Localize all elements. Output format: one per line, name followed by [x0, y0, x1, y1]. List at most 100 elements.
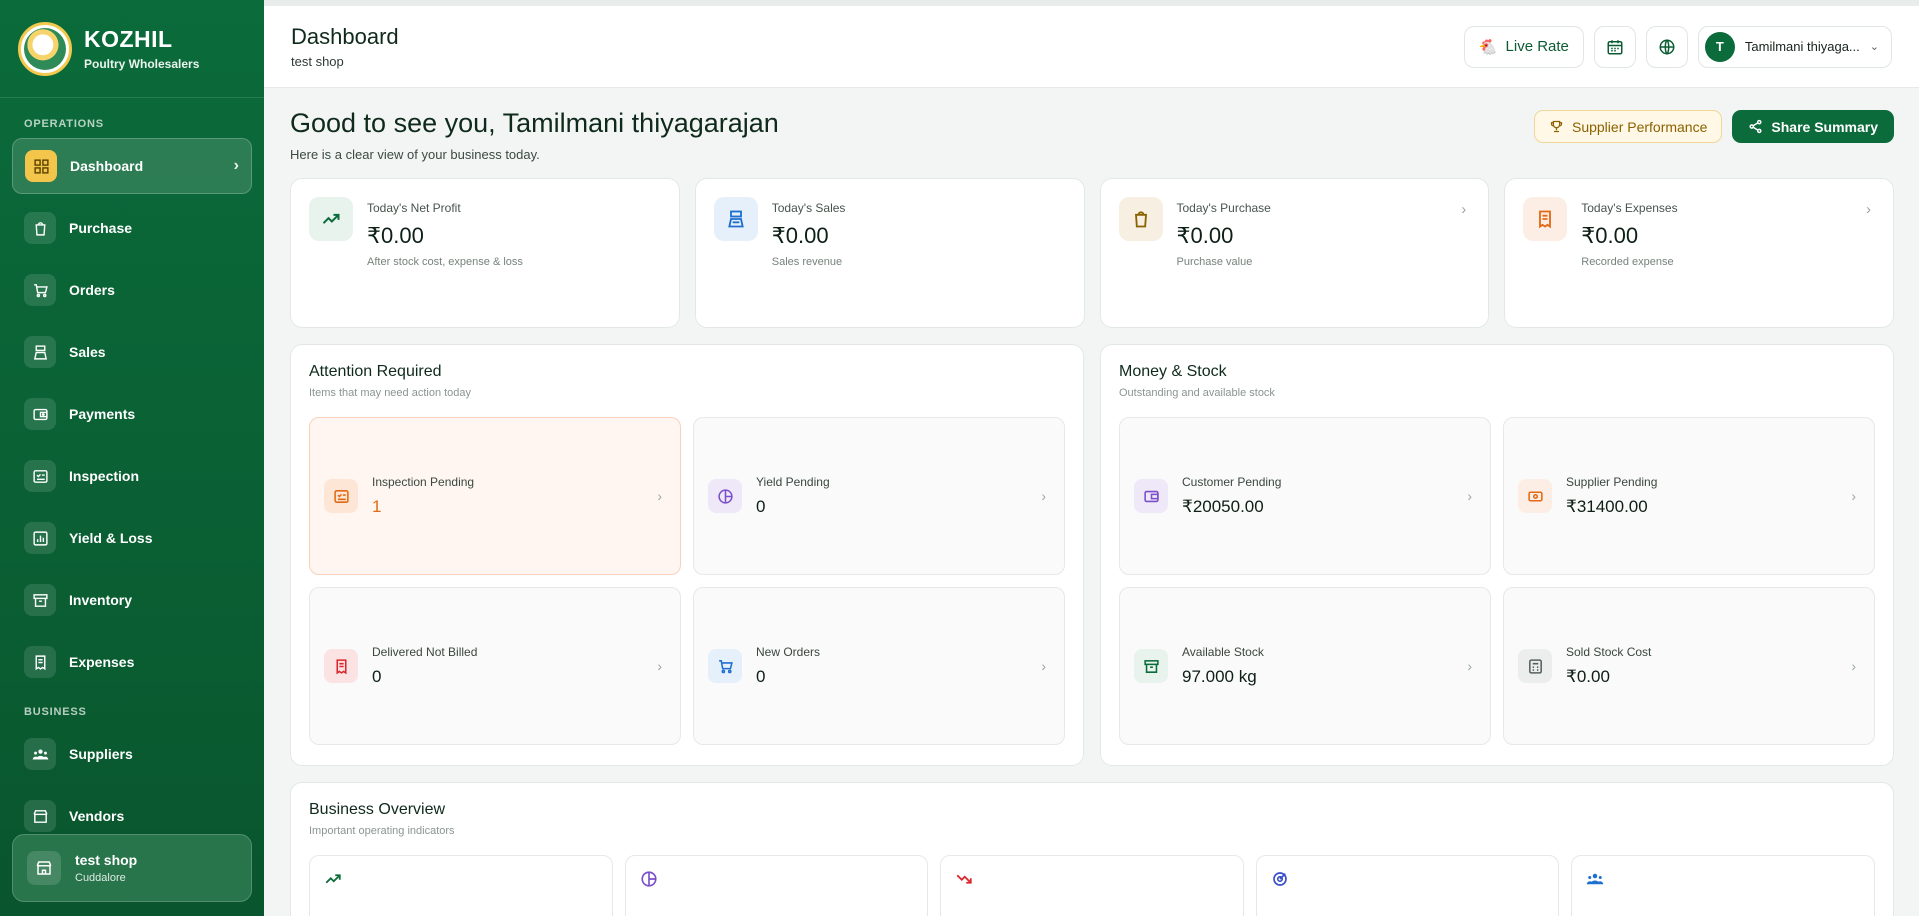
kpi-purchase[interactable]: Today's Purchase ₹0.00 Purchase value › [1099, 178, 1490, 328]
kpi-label: Today's Expenses [1581, 201, 1678, 215]
tile-value: ₹31400.00 [1566, 497, 1648, 516]
panel-subtitle: Outstanding and available stock [1119, 387, 1275, 399]
chevron-right-icon: › [1041, 658, 1046, 674]
chevron-right-icon: › [1851, 658, 1856, 674]
kpi-note: Purchase value [1176, 256, 1253, 268]
sidebar-item-label: Purchase [69, 220, 133, 236]
sidebar-item-label: Vendors [69, 808, 125, 824]
overview-card[interactable] [309, 855, 613, 916]
sidebar-item-label: Payments [69, 406, 136, 422]
sidebar-item-orders[interactable]: Orders [12, 262, 252, 318]
tile-value: 97.000 kg [1182, 667, 1257, 686]
kpi-value: ₹0.00 [367, 223, 424, 248]
sidebar-item-label: Inspection [69, 468, 140, 484]
tile-delivered-not-billed[interactable]: Delivered Not Billed 0 › [309, 587, 681, 745]
top-bar: Dashboard test shop 🐔 Live Rate T Tamilm… [264, 0, 1919, 88]
trend-up-icon [309, 197, 353, 241]
kpi-sales[interactable]: Today's Sales ₹0.00 Sales revenue [694, 178, 1085, 328]
chevron-right-icon: › [233, 157, 239, 174]
store-icon [24, 800, 56, 832]
tile-customer-pending[interactable]: Customer Pending ₹20050.00 › [1119, 417, 1491, 575]
cart-icon [708, 649, 742, 683]
users-icon [24, 738, 56, 770]
wallet-icon [1134, 479, 1168, 513]
target-icon [1272, 872, 1287, 886]
overview-card[interactable] [1571, 855, 1875, 916]
sidebar-item-yield-loss[interactable]: Yield & Loss [12, 510, 252, 566]
tile-value: 0 [372, 667, 382, 686]
kpi-label: Today's Purchase [1176, 201, 1271, 215]
pie-icon [708, 479, 742, 513]
brand[interactable]: KOZHIL Poultry Wholesalers [0, 0, 264, 98]
chevron-right-icon: › [1866, 201, 1871, 218]
tile-available-stock[interactable]: Available Stock 97.000 kg › [1119, 587, 1491, 745]
calculator-icon [1518, 649, 1552, 683]
trend-up-icon [325, 874, 341, 884]
panel-title: Money & Stock [1119, 363, 1227, 380]
tile-label: Available Stock [1182, 645, 1264, 659]
cart-icon [24, 274, 56, 306]
kpi-note: Recorded expense [1581, 256, 1674, 268]
sidebar-item-label: Suppliers [69, 746, 133, 762]
sidebar-item-label: Yield & Loss [69, 530, 153, 546]
operations-section-label: OPERATIONS [24, 118, 104, 130]
sidebar-item-dashboard[interactable]: Dashboard › [12, 138, 252, 194]
main-content: Good to see you, Tamilmani thiyagarajan … [290, 88, 1894, 916]
calendar-button[interactable] [1593, 25, 1636, 68]
live-rate-button[interactable]: 🐔 Live Rate [1463, 25, 1584, 68]
pie-icon [641, 871, 657, 887]
overview-card[interactable] [940, 855, 1244, 916]
supplier-performance-button[interactable]: Supplier Performance [1533, 110, 1723, 143]
tile-yield-pending[interactable]: Yield Pending 0 › [693, 417, 1065, 575]
tile-sold-stock-cost[interactable]: Sold Stock Cost ₹0.00 › [1503, 587, 1875, 745]
panel-title: Attention Required [309, 363, 442, 380]
user-menu[interactable]: T Tamilmani thiyaga... ⌄ [1697, 25, 1892, 68]
users-icon [1587, 873, 1604, 885]
kpi-value: ₹0.00 [771, 223, 829, 248]
tile-label: Customer Pending [1182, 475, 1282, 489]
sidebar-item-suppliers[interactable]: Suppliers [12, 726, 252, 782]
sidebar-item-purchase[interactable]: Purchase [12, 200, 252, 256]
calendar-icon [1607, 39, 1623, 54]
trophy-icon [1550, 120, 1563, 133]
store-icon [27, 851, 61, 885]
share-summary-button[interactable]: Share Summary [1732, 110, 1894, 143]
tile-supplier-pending[interactable]: Supplier Pending ₹31400.00 › [1503, 417, 1875, 575]
kpi-expenses[interactable]: Today's Expenses ₹0.00 Recorded expense … [1504, 178, 1894, 328]
shop-switcher[interactable]: test shop Cuddalore [12, 834, 252, 902]
sidebar-item-sales[interactable]: Sales [12, 324, 252, 380]
brand-tagline: Poultry Wholesalers [84, 57, 200, 71]
tile-value: ₹0.00 [1566, 667, 1610, 686]
language-button[interactable] [1645, 25, 1688, 68]
tile-value: 1 [372, 497, 382, 516]
tile-label: Sold Stock Cost [1566, 645, 1652, 659]
page-subtitle: test shop [291, 54, 344, 69]
sidebar-item-expenses[interactable]: Expenses [12, 634, 252, 690]
overview-card[interactable] [1255, 855, 1560, 916]
shopping-bag-icon [1118, 197, 1163, 241]
chevron-right-icon: › [1041, 488, 1046, 504]
kpi-value: ₹0.00 [1581, 223, 1639, 248]
avatar: T [1704, 31, 1735, 62]
operations-nav: Dashboard › Purchase Orders Sales Paymen… [0, 138, 264, 690]
share-summary-label: Share Summary [1771, 118, 1878, 135]
sidebar: KOZHIL Poultry Wholesalers OPERATIONS Da… [0, 0, 264, 916]
sidebar-item-label: Sales [69, 344, 106, 360]
panel-title: Business Overview [309, 801, 446, 818]
welcome-subtitle: Here is a clear view of your business to… [290, 147, 540, 162]
shopping-bag-icon [24, 212, 56, 244]
sidebar-item-inventory[interactable]: Inventory [12, 572, 252, 628]
kpi-value: ₹0.00 [1176, 223, 1234, 248]
overview-card[interactable] [624, 855, 929, 916]
chevron-down-icon: ⌄ [1869, 41, 1879, 53]
sidebar-item-payments[interactable]: Payments [12, 386, 252, 442]
chevron-right-icon: › [1467, 488, 1472, 504]
sidebar-item-inspection[interactable]: Inspection [12, 448, 252, 504]
tile-inspection-pending[interactable]: Inspection Pending 1 › [309, 417, 681, 575]
panel-row: Attention Required Items that may need a… [290, 344, 1894, 766]
archive-icon [1134, 649, 1168, 683]
dashboard-icon [25, 150, 57, 182]
tile-new-orders[interactable]: New Orders 0 › [693, 587, 1065, 745]
kpi-net-profit[interactable]: Today's Net Profit ₹0.00 After stock cos… [290, 178, 680, 328]
user-name: Tamilmani thiyaga... [1744, 39, 1860, 54]
